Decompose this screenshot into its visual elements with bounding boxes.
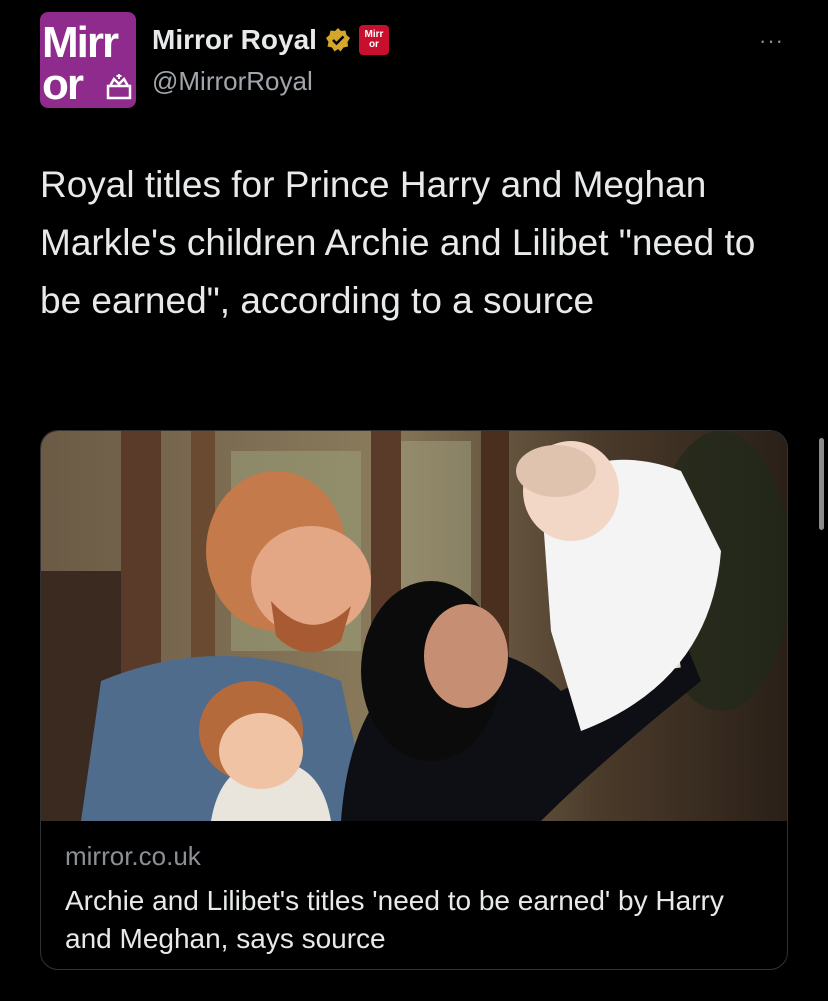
author-name-row: Mirror Royal Mirr or bbox=[152, 22, 389, 58]
card-domain: mirror.co.uk bbox=[65, 841, 201, 871]
card-image[interactable] bbox=[41, 431, 787, 821]
card-meta: mirror.co.uk Archie and Lilibet's titles… bbox=[65, 841, 765, 958]
user-handle[interactable]: @MirrorRoyal bbox=[152, 66, 313, 97]
link-card[interactable]: mirror.co.uk Archie and Lilibet's titles… bbox=[40, 430, 788, 970]
scrollbar[interactable] bbox=[819, 438, 824, 530]
tweet-text: Royal titles for Prince Harry and Meghan… bbox=[40, 164, 756, 321]
affiliate-badge-text-2: or bbox=[368, 39, 379, 50]
card-title: Archie and Lilibet's titles 'need to be … bbox=[65, 885, 724, 954]
verified-badge-icon bbox=[325, 28, 350, 52]
display-name[interactable]: Mirror Royal bbox=[152, 24, 317, 56]
crown-icon bbox=[106, 74, 132, 100]
avatar-logo-text-2: or bbox=[42, 60, 84, 108]
avatar[interactable]: Mirr or bbox=[40, 12, 136, 108]
more-icon[interactable]: ··· bbox=[759, 28, 784, 54]
affiliate-badge[interactable]: Mirr or bbox=[358, 25, 389, 55]
